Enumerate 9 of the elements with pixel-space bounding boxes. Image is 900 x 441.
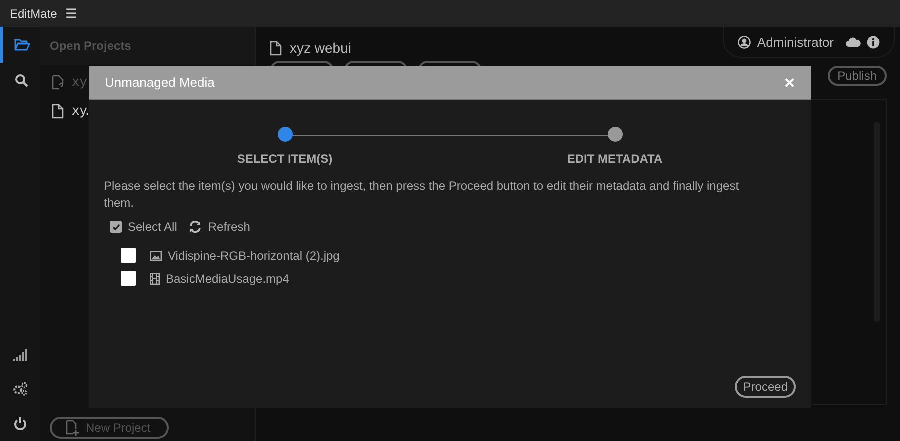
project-name: xyz webui bbox=[290, 40, 352, 56]
panel-title: Open Projects bbox=[40, 27, 255, 65]
step-label: SELECT ITEM(S) bbox=[237, 152, 333, 166]
instructions-text: Please select the item(s) you would like to ingest, then press the Proceed button to edit their metadata and finally ingest them. bbox=[104, 178, 740, 212]
app-title: EditMate bbox=[10, 6, 58, 20]
file-name: BasicMediaUsage.mp4 bbox=[166, 272, 290, 286]
file-name: Vidispine-RGB-horizontal (2).jpg bbox=[168, 248, 340, 262]
step-label: EDIT METADATA bbox=[567, 152, 663, 166]
dialog-title: Unmanaged Media bbox=[105, 75, 215, 90]
